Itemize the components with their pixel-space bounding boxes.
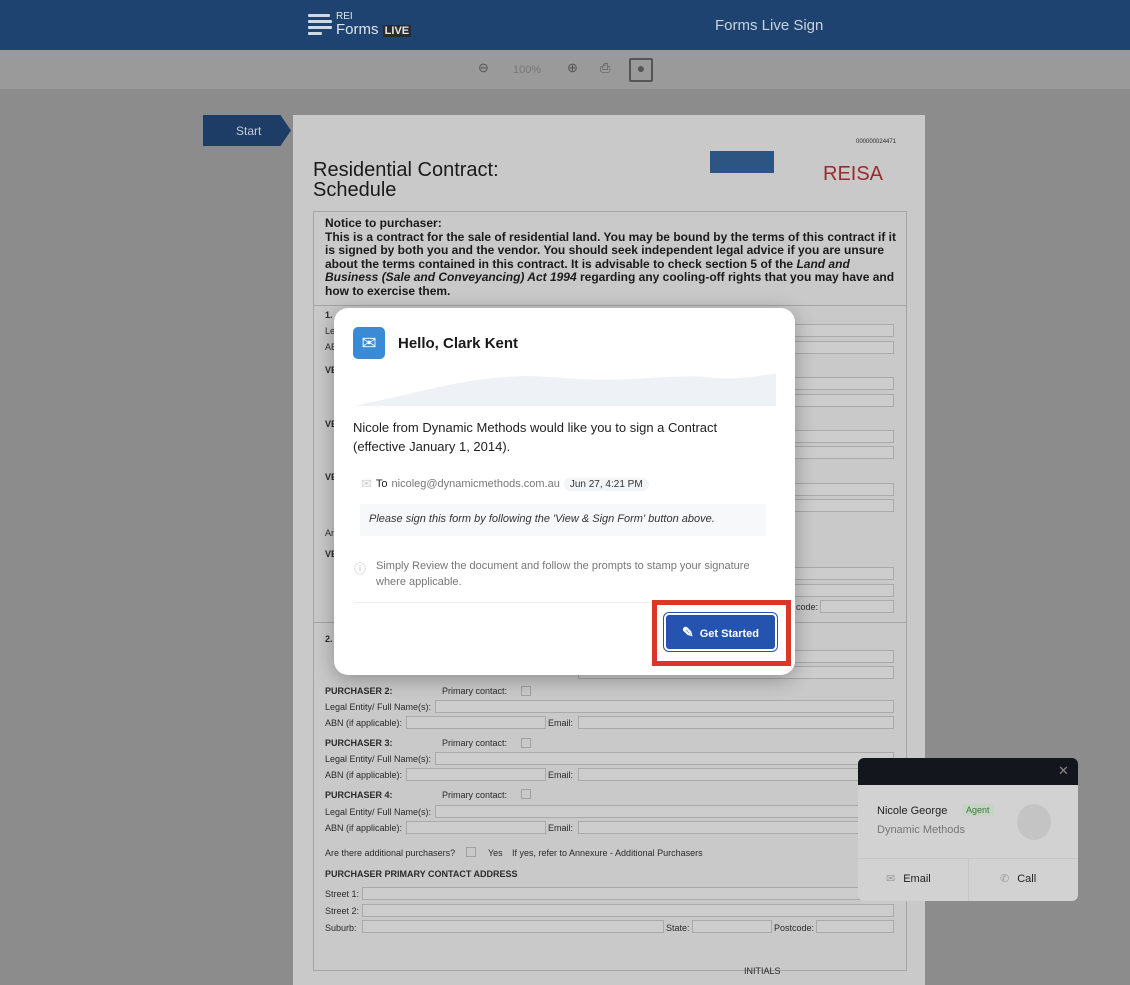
close-icon[interactable]: ✕: [1058, 763, 1069, 779]
info-text: Simply Review the document and follow th…: [376, 560, 750, 588]
welcome-modal: ✉ Hello, Clark Kent Nicole from Dynamic …: [334, 308, 795, 675]
call-agent-button[interactable]: ✆ Call: [1000, 872, 1036, 885]
edit-icon: ✎: [681, 623, 694, 640]
greeting: Hello, Clark Kent: [398, 335, 519, 352]
timestamp: Jun 27, 4:21 PM: [563, 477, 649, 491]
agent-card: ✕ Nicole George Agent Dynamic Methods ✉ E…: [858, 758, 1078, 901]
wave-decoration: [354, 374, 776, 406]
email-agent-button[interactable]: ✉ Email: [886, 872, 931, 885]
agent-name: Nicole George: [877, 805, 948, 817]
avatar: [1017, 804, 1051, 840]
phone-icon: ✆: [1000, 873, 1010, 885]
agent-badge: Agent: [962, 804, 994, 816]
sender-note: Please sign this form by following the '…: [360, 504, 766, 536]
mail-icon: ✉: [886, 873, 896, 885]
info-icon: ⓘ: [354, 562, 367, 576]
agent-company: Dynamic Methods: [877, 824, 966, 836]
get-started-button[interactable]: ✎ Get Started: [663, 612, 778, 652]
mail-icon: ✉: [361, 476, 372, 491]
envelope-open-icon: ✉: [353, 327, 385, 359]
message: Nicole from Dynamic Methods would like y…: [353, 420, 718, 454]
recipient-line: ✉ To nicoleg@dynamicmethods.com.au Jun 2…: [361, 476, 649, 492]
